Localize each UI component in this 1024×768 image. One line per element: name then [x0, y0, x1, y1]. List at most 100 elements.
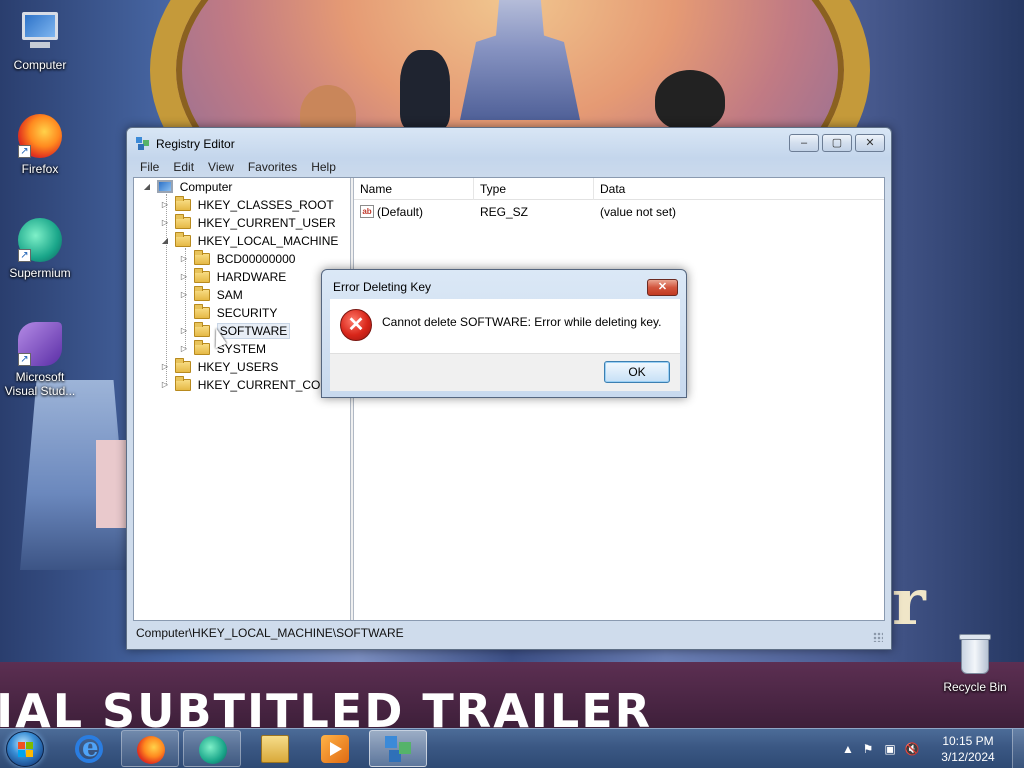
status-bar: Computer\HKEY_LOCAL_MACHINE\SOFTWARE	[133, 622, 885, 644]
error-icon: ✕	[340, 309, 372, 341]
close-button[interactable]: ✕	[855, 134, 885, 152]
expand-arrow-icon[interactable]: ▷	[179, 340, 189, 358]
value-data-cell: (value not set)	[600, 205, 677, 219]
menu-favorites[interactable]: Favorites	[241, 157, 304, 177]
column-header-name[interactable]: Name	[354, 178, 474, 200]
column-header-type[interactable]: Type	[474, 178, 594, 200]
taskbar-registry-editor[interactable]	[369, 730, 427, 767]
tree-node-sam[interactable]: ▷ SAM	[179, 286, 243, 304]
tree-node-label: HKEY_CURRENT_USER	[197, 216, 336, 230]
show-desktop-button[interactable]	[1012, 729, 1024, 768]
list-row[interactable]: ab (Default) REG_SZ (value not set)	[354, 202, 884, 222]
shortcut-arrow-icon: ↗	[18, 249, 31, 262]
expand-arrow-icon[interactable]: ▷	[179, 250, 189, 268]
tree-node-hardware[interactable]: ▷ HARDWARE	[179, 268, 286, 286]
tree-node-software[interactable]: ▷ SOFTWARE	[179, 322, 291, 340]
media-player-icon	[321, 735, 349, 763]
taskbar-internet-explorer[interactable]	[60, 730, 118, 767]
tree-node-hkey-local-machine[interactable]: ◢ HKEY_LOCAL_MACHINE	[160, 232, 338, 250]
tree-node-computer[interactable]: ◢ Computer	[142, 178, 232, 196]
expand-arrow-icon[interactable]: ▷	[179, 286, 189, 304]
expand-arrow-icon[interactable]: ▷	[160, 214, 170, 232]
error-dialog: Error Deleting Key ✕ ✕ Cannot delete SOF…	[321, 269, 687, 398]
tree-node-hkey-users[interactable]: ▷ HKEY_USERS	[160, 358, 278, 376]
dialog-close-button[interactable]: ✕	[647, 279, 678, 296]
computer-icon	[157, 180, 174, 193]
dialog-message: Cannot delete SOFTWARE: Error while dele…	[382, 315, 662, 329]
dialog-title: Error Deleting Key	[333, 280, 432, 294]
collapse-arrow-icon[interactable]: ◢	[160, 232, 170, 250]
ok-button[interactable]: OK	[604, 361, 670, 383]
folder-icon	[194, 250, 211, 265]
supermium-icon	[199, 736, 227, 764]
wallpaper-character	[655, 70, 725, 130]
resize-grip[interactable]	[873, 632, 883, 642]
menu-file[interactable]: File	[133, 157, 166, 177]
taskbar: ▲ ⚑ ▣ 🔇 10:15 PM 3/12/2024	[0, 728, 1024, 768]
registry-editor-icon	[136, 137, 149, 150]
title-bar[interactable]: Registry Editor – ▢ ✕	[127, 128, 891, 158]
taskbar-firefox[interactable]	[121, 730, 179, 767]
clock-time: 10:15 PM	[942, 734, 994, 748]
window-title: Registry Editor	[156, 137, 235, 151]
tree-node-label: HARDWARE	[216, 270, 287, 284]
values-list[interactable]: Name Type Data ab (Default) REG_SZ (value…	[354, 178, 884, 620]
expand-arrow-icon[interactable]: ▷	[179, 322, 189, 340]
column-header-data[interactable]: Data	[594, 178, 884, 200]
menu-edit[interactable]: Edit	[166, 157, 201, 177]
dialog-body: ✕ Cannot delete SOFTWARE: Error while de…	[330, 299, 680, 353]
key-tree[interactable]: ◢ Computer ▷ HKEY_CLASSES_ROOT ▷ HKEY_CU…	[134, 178, 350, 620]
expand-arrow-icon[interactable]: ▷	[160, 358, 170, 376]
folder-icon	[175, 376, 192, 391]
network-icon[interactable]: ▣	[882, 741, 898, 757]
wallpaper-letter-block	[96, 440, 126, 528]
taskbar-media-player[interactable]	[306, 730, 364, 767]
folder-icon	[194, 268, 211, 283]
wallpaper-letter: r	[892, 565, 926, 640]
taskbar-supermium[interactable]	[183, 730, 241, 767]
folder-icon	[194, 286, 211, 301]
start-button[interactable]	[6, 731, 44, 767]
action-center-flag-icon[interactable]: ⚑	[860, 741, 876, 757]
desktop-icon-recycle-bin[interactable]: Recycle Bin	[935, 632, 1015, 694]
menu-help[interactable]: Help	[304, 157, 343, 177]
desktop-icon-computer[interactable]: Computer	[0, 10, 80, 72]
internet-explorer-icon	[75, 733, 103, 763]
value-type-cell: REG_SZ	[480, 205, 529, 219]
desktop-icon-firefox[interactable]: ↗ Firefox	[0, 114, 80, 176]
menu-view[interactable]: View	[201, 157, 241, 177]
folder-icon	[175, 196, 192, 211]
clock[interactable]: 10:15 PM 3/12/2024	[936, 733, 1000, 765]
desktop-icon-supermium[interactable]: ↗ Supermium	[0, 218, 80, 280]
minimize-button[interactable]: –	[789, 134, 819, 152]
desktop-icon-label: Recycle Bin	[943, 680, 1007, 694]
tree-node-security[interactable]: SECURITY	[179, 304, 277, 322]
volume-muted-icon[interactable]: 🔇	[904, 741, 920, 757]
status-path: Computer\HKEY_LOCAL_MACHINE\SOFTWARE	[136, 626, 404, 640]
tree-node-label: HKEY_USERS	[197, 360, 279, 374]
taskbar-file-explorer[interactable]	[246, 730, 304, 767]
supermium-icon: ↗	[18, 218, 62, 262]
tree-node-hkey-classes-root[interactable]: ▷ HKEY_CLASSES_ROOT	[160, 196, 334, 214]
dialog-footer: OK	[330, 353, 680, 391]
show-hidden-icons-icon[interactable]: ▲	[840, 741, 856, 757]
expand-arrow-icon[interactable]: ▷	[160, 376, 170, 394]
expand-arrow-icon[interactable]: ▷	[160, 196, 170, 214]
collapse-arrow-icon[interactable]: ◢	[142, 178, 152, 196]
folder-icon	[194, 304, 211, 319]
tree-node-hkey-current-user[interactable]: ▷ HKEY_CURRENT_USER	[160, 214, 336, 232]
registry-editor-icon	[385, 736, 413, 764]
maximize-button[interactable]: ▢	[822, 134, 852, 152]
clock-date: 3/12/2024	[941, 750, 995, 764]
wallpaper-banner: IAL SUBTITLED TRAILER	[0, 662, 1024, 728]
shortcut-arrow-icon: ↗	[18, 145, 31, 158]
desktop-icon-visual-studio[interactable]: ↗ Microsoft Visual Stud...	[0, 322, 80, 398]
windows-logo-icon	[18, 742, 34, 758]
desktop-icon-label: Computer	[13, 58, 67, 72]
desktop-icon-label: Firefox	[21, 162, 59, 176]
tree-node-label: SAM	[216, 288, 243, 302]
shortcut-arrow-icon: ↗	[18, 353, 31, 366]
tree-node-bcd00000000[interactable]: ▷ BCD00000000	[179, 250, 295, 268]
expand-arrow-icon[interactable]: ▷	[179, 268, 189, 286]
tree-node-label: HKEY_CLASSES_ROOT	[197, 198, 334, 212]
